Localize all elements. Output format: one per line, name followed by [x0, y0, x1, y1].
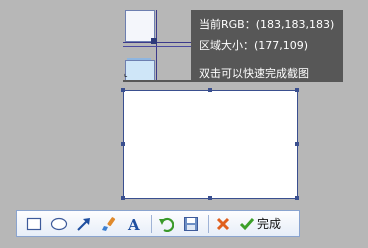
ellipse-tool-button[interactable]	[48, 213, 70, 235]
region-size-text: 区域大小：(177,109)	[199, 39, 309, 52]
resize-handle-top-left[interactable]	[121, 88, 125, 92]
resize-handle-bottom[interactable]	[208, 196, 212, 200]
cursor-icon: ⌞	[124, 69, 128, 78]
done-button[interactable]: 完成	[239, 213, 281, 235]
undo-button[interactable]	[155, 213, 177, 235]
cancel-button[interactable]	[212, 213, 234, 235]
arrow-tool-button[interactable]	[73, 213, 95, 235]
crosshair-horizontal-2	[123, 46, 191, 47]
resize-handle-top[interactable]	[208, 88, 212, 92]
svg-text:A: A	[127, 216, 140, 232]
save-icon	[184, 216, 198, 231]
resize-handle-right[interactable]	[295, 142, 299, 146]
current-rgb-text: 当前RGB：(183,183,183)	[199, 18, 335, 31]
crosshair-horizontal	[123, 42, 191, 43]
rectangle-tool-button[interactable]	[23, 213, 45, 235]
done-label: 完成	[257, 217, 282, 231]
double-click-hint: 双击可以快速完成截图	[199, 67, 309, 80]
brush-icon	[102, 216, 116, 231]
toolbar-divider-2	[208, 214, 209, 233]
resize-handle-left[interactable]	[121, 142, 125, 146]
selection-region[interactable]	[121, 88, 299, 200]
check-icon	[239, 217, 255, 230]
cancel-icon	[216, 217, 230, 230]
resize-handle-top-right[interactable]	[295, 88, 299, 92]
text-tool-button[interactable]: A	[123, 213, 145, 235]
screenshot-toolbar: A 完成	[16, 210, 300, 237]
brush-tool-button[interactable]	[98, 213, 120, 235]
ellipse-icon	[50, 217, 68, 230]
crosshair-vertical	[156, 10, 157, 80]
rectangle-icon	[26, 217, 42, 230]
magnifier-preview: ⌞	[123, 10, 192, 80]
arrow-icon	[77, 217, 90, 231]
resize-handle-bottom-left[interactable]	[121, 196, 125, 200]
crosshair-center	[151, 38, 157, 44]
resize-handle-bottom-right[interactable]	[295, 196, 299, 200]
undo-icon	[159, 217, 174, 232]
info-panel: ⌞ 当前RGB：(183,183,183) 区域大小：(177,109) 双击可…	[123, 10, 343, 82]
text-icon: A	[127, 216, 140, 232]
save-button[interactable]	[180, 213, 202, 235]
toolbar-divider	[151, 214, 152, 233]
